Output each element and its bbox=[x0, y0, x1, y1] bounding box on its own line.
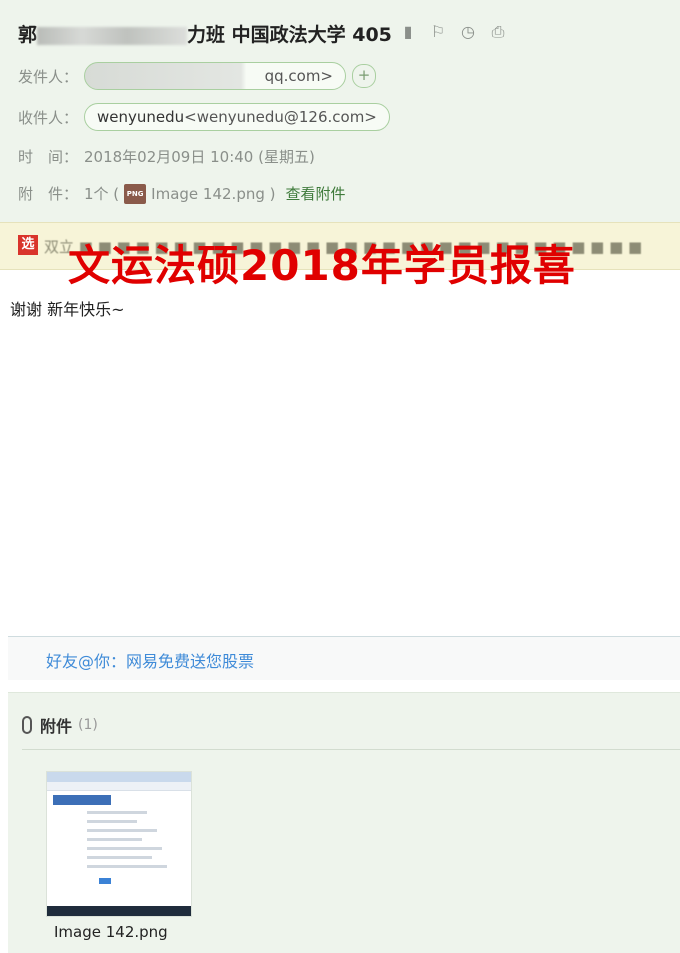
print-icon[interactable]: ⎙ bbox=[488, 22, 508, 42]
thumb-line bbox=[87, 811, 147, 814]
subject-prefix: 郭 bbox=[18, 24, 38, 46]
thumb-line bbox=[87, 847, 162, 850]
view-attachment-link[interactable]: 查看附件 bbox=[286, 183, 346, 204]
flag-icon[interactable]: ⚐ bbox=[428, 22, 448, 42]
recipient-pill[interactable]: wenyunedu <wenyunedu@126.com> bbox=[84, 103, 390, 131]
attachments-panel: 附件 (1) Image 142.png bbox=[8, 692, 680, 953]
thumb-toolbar bbox=[47, 782, 191, 791]
promo-link[interactable]: 好友@你：网易免费送您股票 bbox=[46, 648, 254, 672]
attachments-separator bbox=[22, 749, 680, 750]
attachment-thumbnail[interactable] bbox=[46, 771, 192, 917]
mail-subject: 郭 力班 中国政法大学 405 bbox=[18, 20, 392, 47]
attachments-header: 附件 (1) bbox=[22, 713, 98, 737]
subject-suffix: 力班 中国政法大学 405 bbox=[187, 24, 392, 46]
clock-icon[interactable]: ◷ bbox=[458, 22, 478, 42]
to-label: 收件人： bbox=[18, 108, 79, 127]
to-row: 收件人： wenyunedu <wenyunedu@126.com> bbox=[18, 103, 390, 131]
png-file-icon: PNG bbox=[124, 183, 147, 204]
recipient-email: <wenyunedu@126.com> bbox=[184, 108, 377, 126]
time-value: 2018年02月09日 10:40 (星期五) bbox=[84, 148, 315, 166]
from-label: 发件人： bbox=[18, 67, 79, 86]
sender-email: qq.com> bbox=[264, 67, 333, 85]
thumb-line bbox=[87, 856, 152, 859]
thumb-titlebar bbox=[47, 772, 191, 782]
attachment-thumbnail-name[interactable]: Image 142.png bbox=[54, 923, 168, 941]
time-label: 时 间： bbox=[18, 148, 79, 166]
thumb-taskbar bbox=[47, 906, 191, 916]
mail-body: 谢谢 新年快乐~ bbox=[10, 300, 125, 319]
subject-toolbar: ▮ ⚐ ◷ ⎙ bbox=[398, 22, 508, 42]
bookmark-icon[interactable]: ▮ bbox=[398, 22, 418, 42]
thumb-line bbox=[87, 829, 157, 832]
banner-badge-icon: 选 bbox=[18, 235, 38, 255]
subject-redacted bbox=[37, 26, 188, 45]
attachments-count: (1) bbox=[78, 717, 98, 733]
mail-header: 郭 力班 中国政法大学 405 ▮ ⚐ ◷ ⎙ 发件人： qq.com> + 收件… bbox=[0, 0, 680, 222]
thumb-button bbox=[99, 878, 111, 884]
thumb-heading bbox=[53, 795, 111, 805]
attachment-row: 附 件： 1个 ( PNG Image 142.png ) 查看附件 bbox=[18, 183, 346, 204]
add-contact-button[interactable]: + bbox=[352, 64, 376, 88]
attachment-label: 附 件： bbox=[18, 185, 79, 203]
thumb-line bbox=[87, 820, 137, 823]
thumb-line bbox=[87, 865, 167, 868]
attachment-filename[interactable]: Image 142.png ) bbox=[151, 185, 275, 203]
from-row: 发件人： qq.com> + bbox=[18, 62, 376, 90]
watermark-overlay: 文运法硕2018年学员报喜 bbox=[68, 241, 576, 290]
sender-pill[interactable]: qq.com> bbox=[84, 62, 346, 90]
thumb-line bbox=[87, 838, 142, 841]
attachment-count: 1个 ( bbox=[84, 185, 120, 203]
recipient-name: wenyunedu bbox=[97, 108, 185, 126]
promo-bar: 好友@你：网易免费送您股票 bbox=[8, 637, 680, 680]
time-row: 时 间： 2018年02月09日 10:40 (星期五) bbox=[18, 146, 315, 167]
attachments-title: 附件 bbox=[40, 717, 73, 736]
paperclip-icon bbox=[22, 716, 32, 734]
